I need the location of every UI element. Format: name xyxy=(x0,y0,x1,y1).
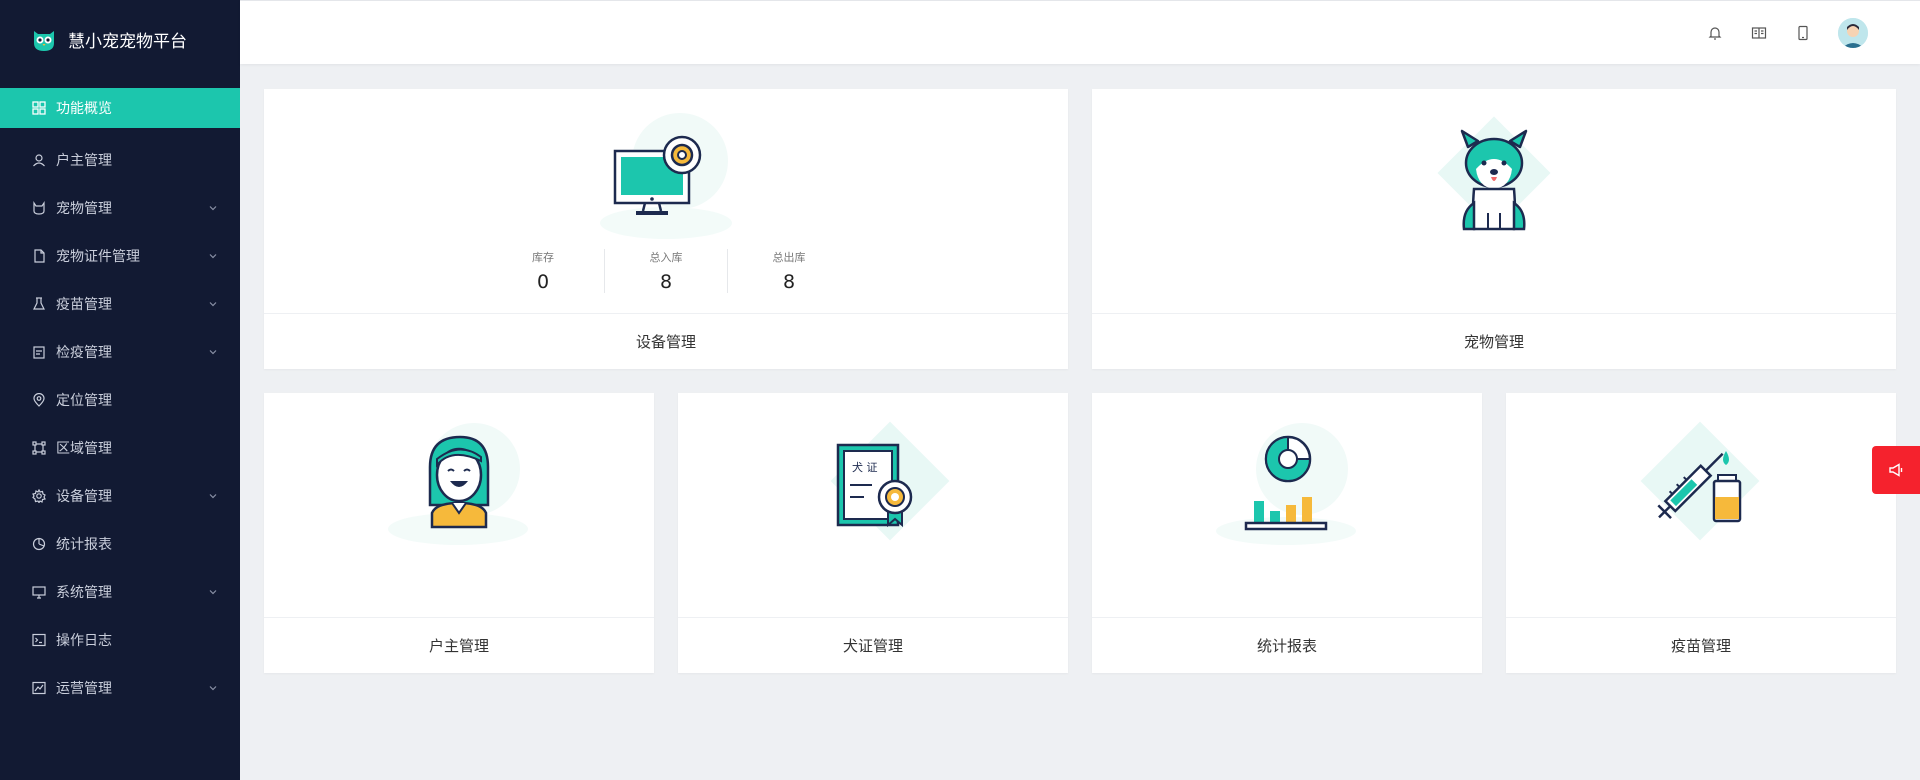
dog-license-card[interactable]: 犬 证 犬证管理 xyxy=(678,393,1068,673)
device-management-card[interactable]: 库存 0 总入库 8 总出库 8 设备管理 xyxy=(264,89,1068,369)
brand[interactable]: 慧小宠宠物平台 xyxy=(0,0,240,78)
card-title[interactable]: 疫苗管理 xyxy=(1506,617,1896,673)
card-title[interactable]: 设备管理 xyxy=(264,313,1068,369)
chevron-down-icon xyxy=(209,302,217,307)
stat-value: 8 xyxy=(782,271,796,293)
sidebar-item-label: 运营管理 xyxy=(56,681,112,697)
megaphone-icon xyxy=(1889,463,1903,477)
sidebar-item-report[interactable]: 统计报表 xyxy=(0,520,240,568)
terminal-icon xyxy=(32,633,46,647)
file-icon xyxy=(32,249,46,263)
sidebar-item-location[interactable]: 定位管理 xyxy=(0,376,240,424)
area-icon xyxy=(32,441,46,455)
pie-icon xyxy=(32,537,46,551)
dog-illustration-icon xyxy=(1437,116,1551,231)
sidebar-item-area[interactable]: 区域管理 xyxy=(0,424,240,472)
card-title[interactable]: 户主管理 xyxy=(264,617,654,673)
stat-value: 8 xyxy=(659,271,673,293)
chart-line-icon xyxy=(32,681,46,695)
report-card[interactable]: 统计报表 xyxy=(1092,393,1482,673)
sidebar-item-pet[interactable]: 宠物管理 xyxy=(0,184,240,232)
stat-total-out: 总出库 8 xyxy=(727,249,850,293)
stat-total-in: 总入库 8 xyxy=(604,249,727,293)
pet-management-card[interactable]: 宠物管理 xyxy=(1092,89,1896,369)
avatar[interactable] xyxy=(1838,18,1868,48)
chevron-down-icon xyxy=(209,686,217,691)
device-stats: 库存 0 总入库 8 总出库 8 xyxy=(264,249,1068,293)
location-icon xyxy=(32,393,46,407)
sidebar-item-log[interactable]: 操作日志 xyxy=(0,616,240,664)
grid-icon xyxy=(32,101,46,115)
clipboard-icon xyxy=(32,345,46,359)
monitor-icon xyxy=(32,585,46,599)
stat-label: 总入库 xyxy=(649,251,683,264)
sidebar-item-label: 宠物管理 xyxy=(56,201,112,217)
sidebar-item-label: 户主管理 xyxy=(56,153,112,169)
phone-icon[interactable] xyxy=(1794,24,1812,42)
certificate-illustration-icon: 犬 证 xyxy=(830,421,950,541)
report-chart-illustration-icon xyxy=(1216,423,1356,545)
sidebar-item-operation[interactable]: 运营管理 xyxy=(0,664,240,712)
sidebar-item-label: 检疫管理 xyxy=(56,345,112,361)
vaccine-card[interactable]: 疫苗管理 xyxy=(1506,393,1896,673)
book-icon[interactable] xyxy=(1750,24,1768,42)
sidebar-item-label: 疫苗管理 xyxy=(56,297,112,313)
app-title: 慧小宠宠物平台 xyxy=(68,31,187,52)
sidebar-item-system[interactable]: 系统管理 xyxy=(0,568,240,616)
chevron-down-icon xyxy=(209,494,217,499)
sidebar-item-label: 操作日志 xyxy=(56,633,112,649)
sidebar-item-label: 区域管理 xyxy=(56,441,112,457)
card-title[interactable]: 统计报表 xyxy=(1092,617,1482,673)
header-actions xyxy=(1706,1,1868,65)
chevron-down-icon xyxy=(209,590,217,595)
sidebar-menu: 功能概览 户主管理 宠物管理 宠物证件管理 疫苗管理 检疫管理 定位管理 区域管… xyxy=(0,88,240,712)
chevron-down-icon xyxy=(209,206,217,211)
sidebar-item-label: 功能概览 xyxy=(56,101,112,117)
stat-label: 总出库 xyxy=(772,251,806,264)
user-icon xyxy=(32,153,46,167)
sidebar: 慧小宠宠物平台 功能概览 户主管理 宠物管理 宠物证件管理 疫苗管理 检疫管理 xyxy=(0,0,240,780)
sidebar-item-pet-license[interactable]: 宠物证件管理 xyxy=(0,232,240,280)
sidebar-item-device[interactable]: 设备管理 xyxy=(0,472,240,520)
sidebar-item-label: 定位管理 xyxy=(56,393,112,409)
owner-management-card[interactable]: 户主管理 xyxy=(264,393,654,673)
syringe-illustration-icon xyxy=(1640,421,1760,541)
certificate-text: 犬 证 xyxy=(852,460,878,474)
card-title[interactable]: 宠物管理 xyxy=(1092,313,1896,369)
bell-icon[interactable] xyxy=(1706,24,1724,42)
gear-icon xyxy=(32,489,46,503)
chevron-down-icon xyxy=(209,350,217,355)
card-title[interactable]: 犬证管理 xyxy=(678,617,1068,673)
monitor-gear-illustration-icon xyxy=(600,113,732,239)
sidebar-item-quarantine[interactable]: 检疫管理 xyxy=(0,328,240,376)
sidebar-item-owner[interactable]: 户主管理 xyxy=(0,136,240,184)
announcement-button[interactable] xyxy=(1872,446,1920,494)
sidebar-item-label: 宠物证件管理 xyxy=(56,249,140,265)
chevron-down-icon xyxy=(209,254,217,259)
sidebar-item-label: 统计报表 xyxy=(56,537,112,553)
sidebar-item-vaccine[interactable]: 疫苗管理 xyxy=(0,280,240,328)
cat-icon xyxy=(32,201,46,215)
stat-value: 0 xyxy=(536,271,550,293)
stat-label: 库存 xyxy=(532,251,554,264)
sidebar-item-label: 设备管理 xyxy=(56,489,112,505)
flask-icon xyxy=(32,297,46,311)
top-header xyxy=(240,0,1920,64)
sidebar-item-label: 系统管理 xyxy=(56,585,112,601)
person-illustration-icon xyxy=(388,423,528,545)
sidebar-item-overview[interactable]: 功能概览 xyxy=(0,88,240,128)
owl-logo-icon xyxy=(30,25,58,53)
stat-inventory: 库存 0 xyxy=(482,249,604,293)
